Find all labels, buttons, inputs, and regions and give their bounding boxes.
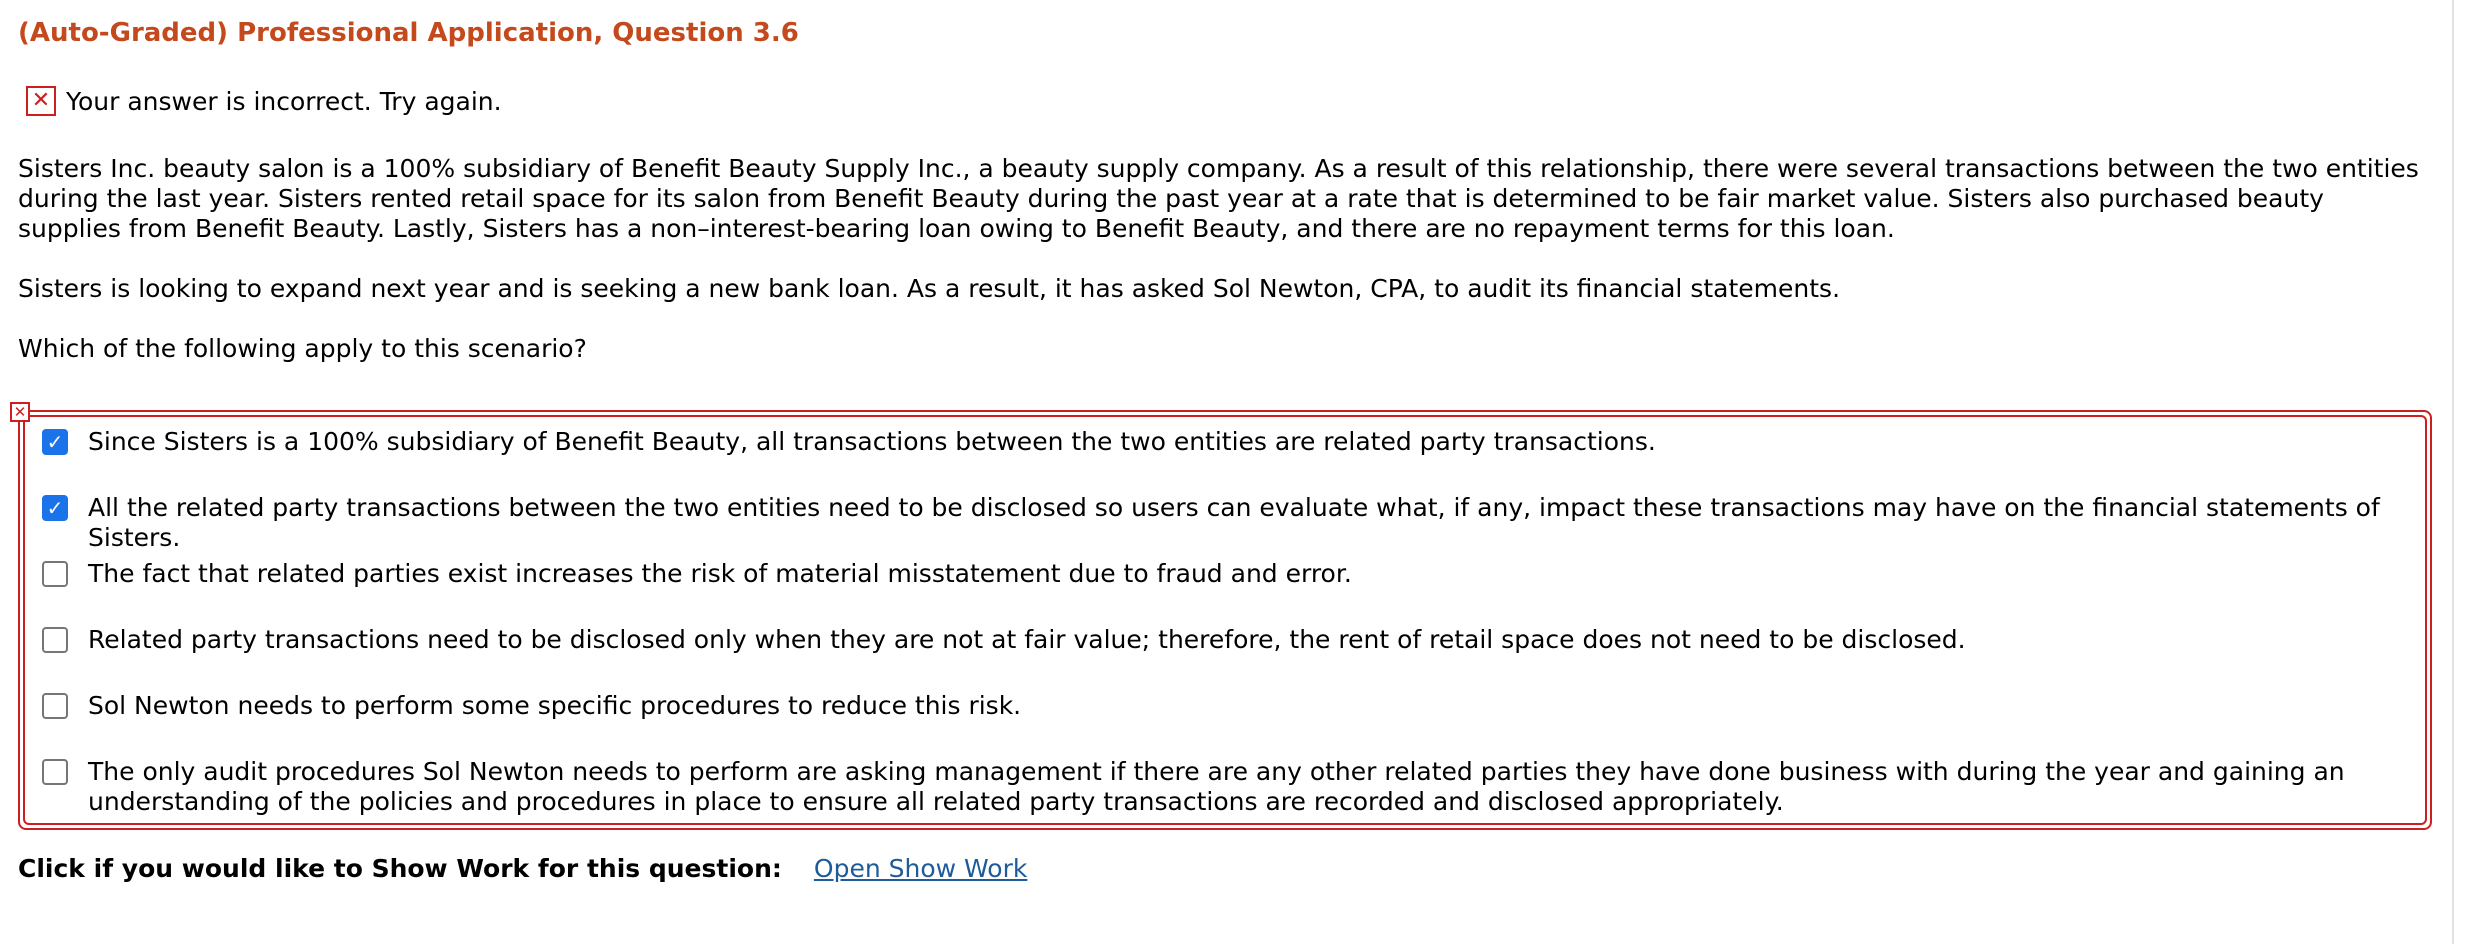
- option-label: All the related party transactions betwe…: [88, 493, 2380, 552]
- scenario-paragraph: Sisters Inc. beauty salon is a 100% subs…: [18, 154, 2419, 243]
- answer-option[interactable]: Related party transactions need to be di…: [42, 625, 2422, 655]
- option-label: The fact that related parties exist incr…: [88, 559, 1352, 588]
- incorrect-marker-icon: ✕: [10, 402, 30, 422]
- option-label: Related party transactions need to be di…: [88, 625, 1966, 654]
- option-label: Since Sisters is a 100% subsidiary of Be…: [88, 427, 1656, 456]
- scenario-paragraph: Sisters is looking to expand next year a…: [18, 274, 1841, 303]
- answer-option[interactable]: Sol Newton needs to perform some specifi…: [42, 691, 2422, 721]
- option-checkbox-checked[interactable]: ✓: [42, 429, 68, 455]
- option-checkbox-checked[interactable]: ✓: [42, 495, 68, 521]
- answer-option[interactable]: The fact that related parties exist incr…: [42, 559, 2422, 589]
- question-prompt: Which of the following apply to this sce…: [18, 334, 587, 363]
- option-checkbox[interactable]: [42, 759, 68, 785]
- answer-option[interactable]: ✓ Since Sisters is a 100% subsidiary of …: [42, 427, 2422, 457]
- option-checkbox[interactable]: [42, 561, 68, 587]
- scrollbar-track[interactable]: [2452, 0, 2472, 944]
- feedback-message: ✕ Your answer is incorrect. Try again.: [26, 84, 502, 118]
- option-checkbox[interactable]: [42, 627, 68, 653]
- option-checkbox[interactable]: [42, 693, 68, 719]
- show-work-row: Click if you would like to Show Work for…: [18, 854, 1027, 883]
- option-label: The only audit procedures Sol Newton nee…: [88, 757, 2345, 816]
- option-label: Sol Newton needs to perform some specifi…: [88, 691, 1022, 720]
- feedback-text: Your answer is incorrect. Try again.: [66, 86, 502, 116]
- answer-option[interactable]: ✓ All the related party transactions bet…: [42, 493, 2422, 553]
- show-work-label: Click if you would like to Show Work for…: [18, 854, 782, 883]
- answer-options-group: ✕ ✓ Since Sisters is a 100% subsidiary o…: [10, 402, 2432, 830]
- open-show-work-link[interactable]: Open Show Work: [814, 854, 1027, 883]
- answer-option[interactable]: The only audit procedures Sol Newton nee…: [42, 757, 2422, 817]
- question-title: (Auto-Graded) Professional Application, …: [18, 18, 799, 48]
- x-mark-icon: ✕: [26, 86, 56, 116]
